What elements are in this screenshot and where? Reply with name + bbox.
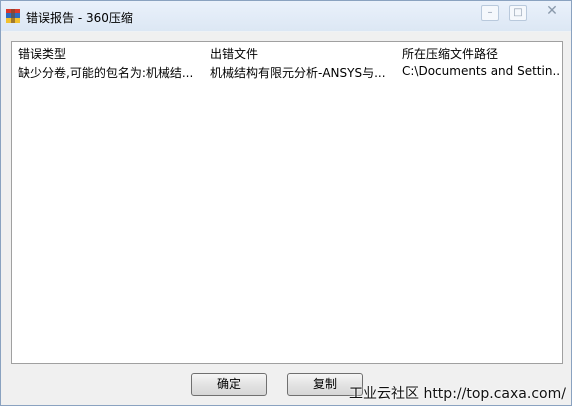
title-bar[interactable]: 错误报告 - 360压缩 – □ ✕ <box>1 1 571 31</box>
cell-error-file: 机械结构有限元分析-ANSYS与... <box>210 66 386 80</box>
maximize-button[interactable]: □ <box>509 5 527 21</box>
list-header: 错误类型 出错文件 所在压缩文件路径 <box>12 42 562 62</box>
ok-button[interactable]: 确定 <box>191 373 267 396</box>
minimize-button[interactable]: – <box>481 5 499 21</box>
error-list[interactable]: 错误类型 出错文件 所在压缩文件路径 缺少分卷,可能的包名为:机械结... 机械… <box>11 41 563 364</box>
error-report-window: 错误报告 - 360压缩 – □ ✕ 错误类型 出错文件 所在压缩文件路径 缺少… <box>0 0 572 406</box>
column-header-error-file[interactable]: 出错文件 <box>210 45 396 62</box>
archive-app-icon <box>6 9 20 23</box>
cell-archive-path: C:\Documents and Settin... <box>402 64 560 78</box>
close-button[interactable]: ✕ <box>543 4 561 21</box>
window-title: 错误报告 - 360压缩 <box>26 11 133 25</box>
watermark-text: 工业云社区 http://top.caxa.com/ <box>349 386 566 402</box>
column-header-archive-path[interactable]: 所在压缩文件路径 <box>402 45 560 62</box>
column-header-error-type[interactable]: 错误类型 <box>18 45 204 62</box>
cell-error-type: 缺少分卷,可能的包名为:机械结... <box>18 66 194 80</box>
table-row[interactable]: 缺少分卷,可能的包名为:机械结... 机械结构有限元分析-ANSYS与... C… <box>12 62 562 80</box>
